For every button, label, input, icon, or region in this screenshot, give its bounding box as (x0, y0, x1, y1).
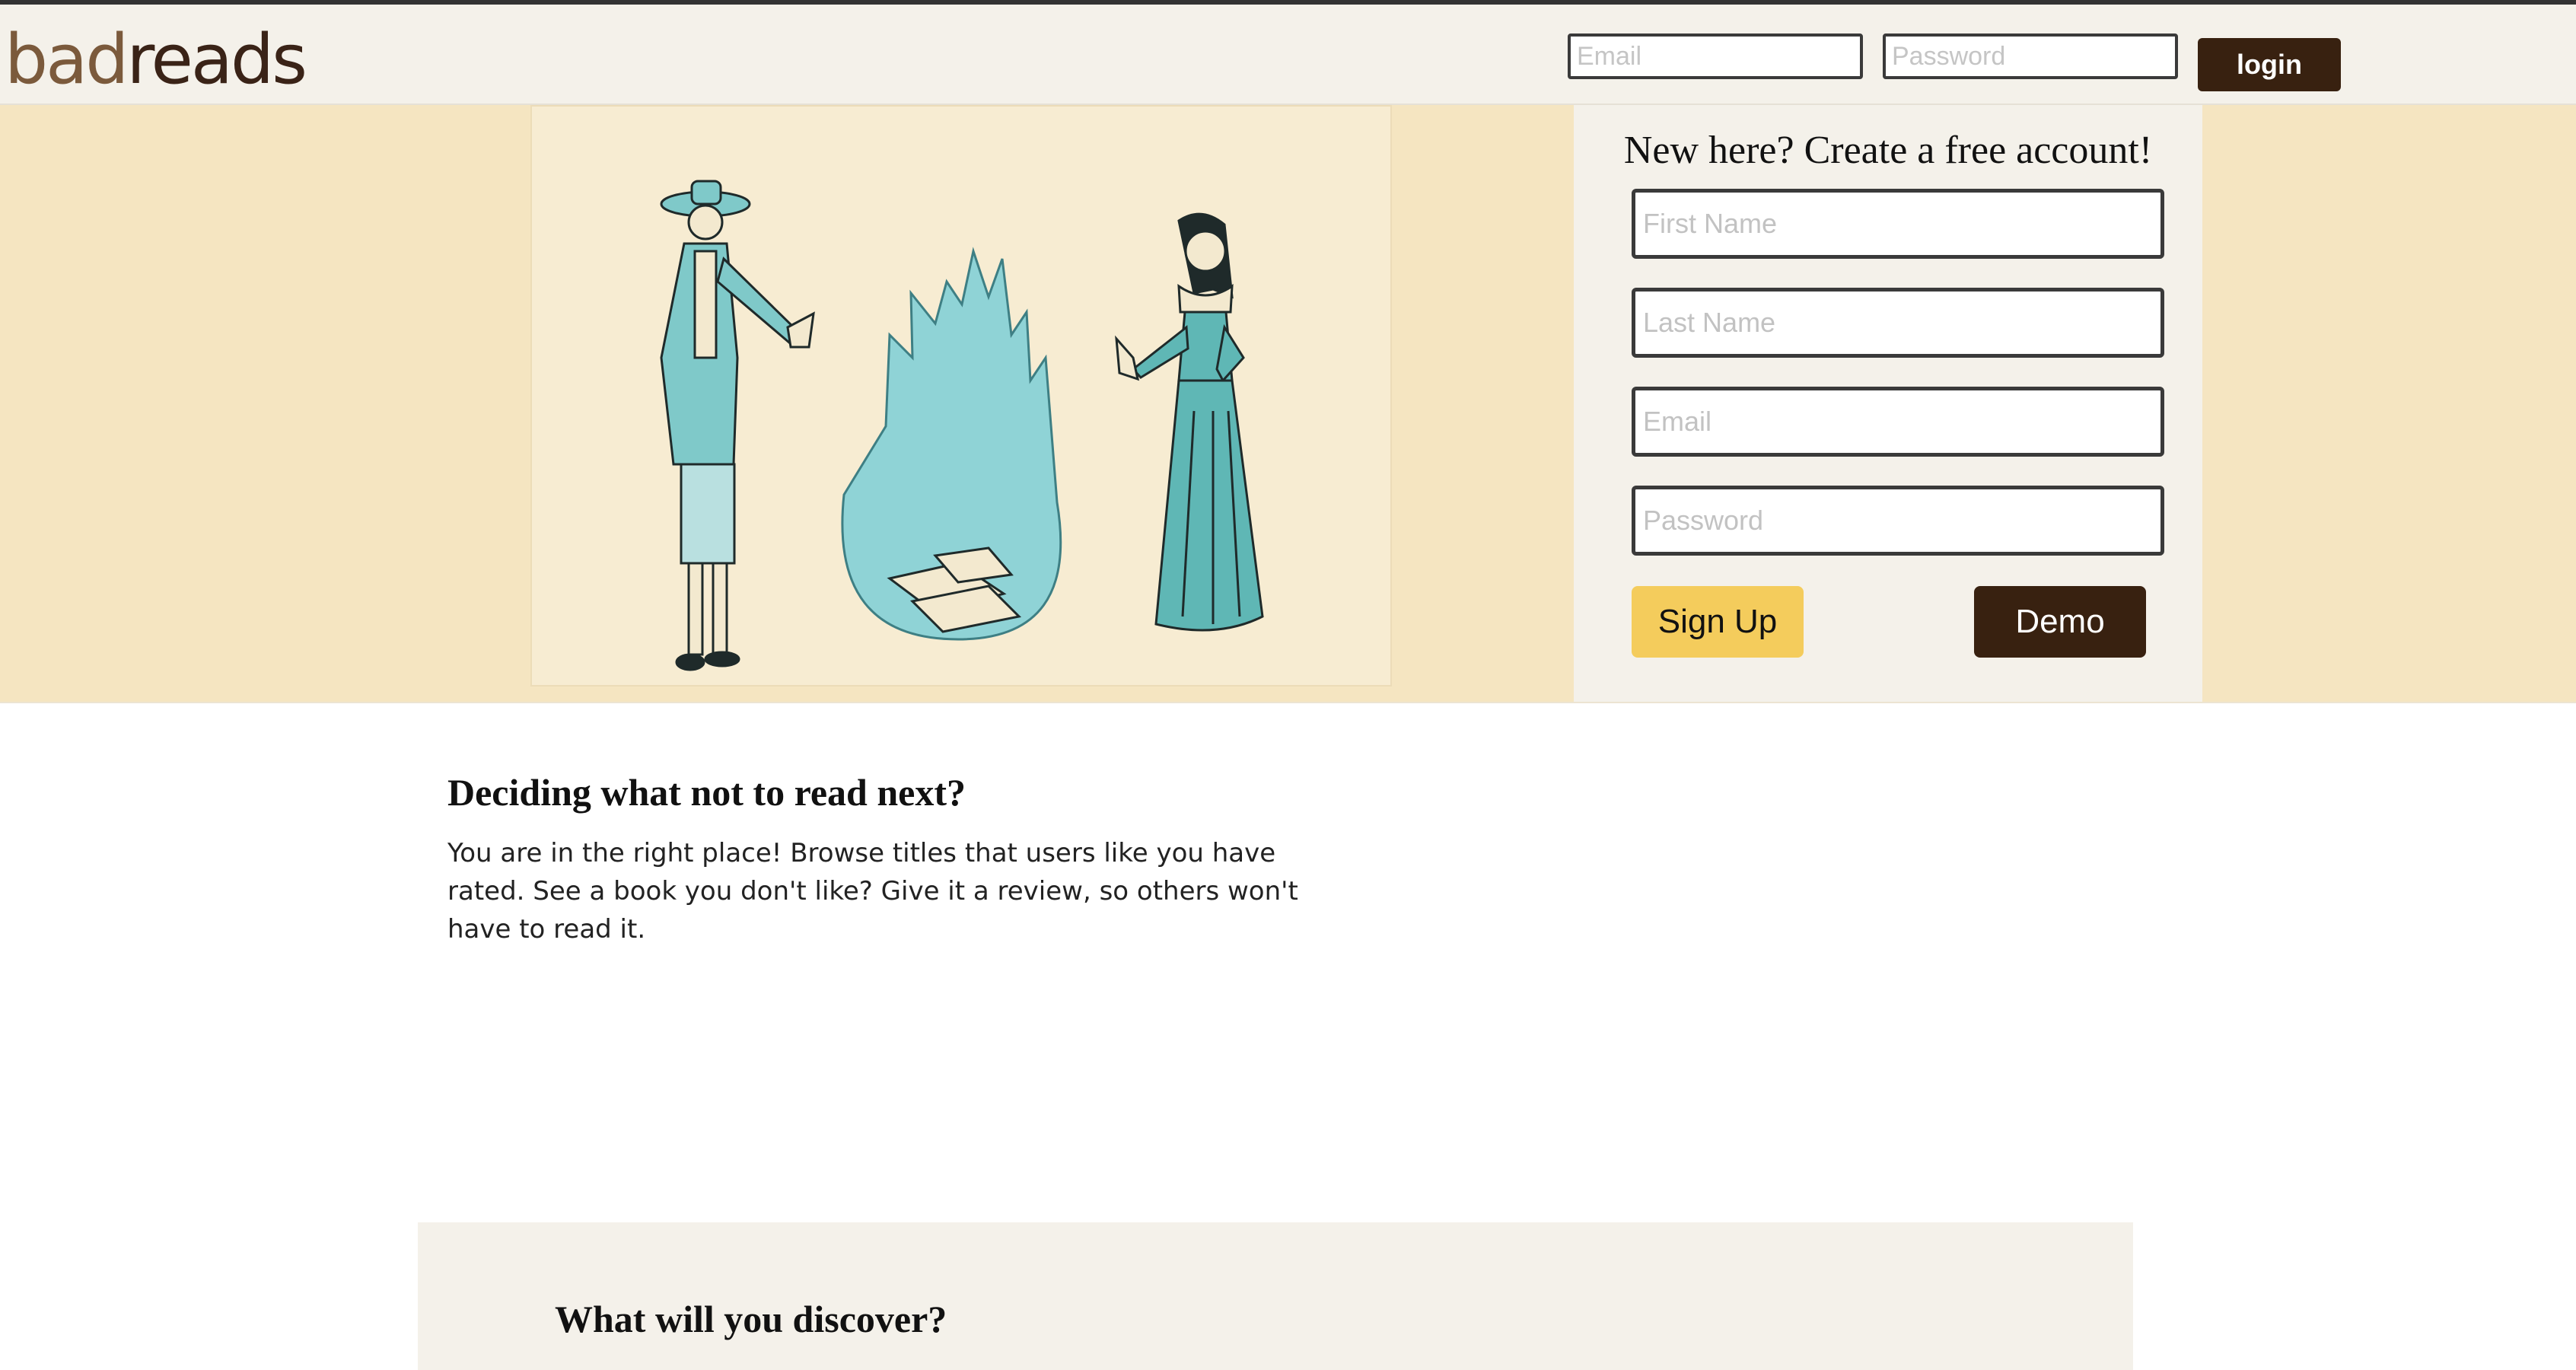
book-burning-illustration (660, 180, 1264, 671)
gentleman-figure (660, 180, 815, 671)
discover-heading: What will you discover? (555, 1298, 947, 1340)
blue-flame (841, 247, 1062, 641)
first-name-input[interactable] (1632, 189, 2164, 259)
site-header: badreads login (0, 5, 2576, 105)
hero-section: New here? Create a free account! Sign Up… (0, 105, 2576, 703)
logo-bad-text: bad (5, 20, 129, 100)
login-button[interactable]: login (2198, 38, 2341, 91)
signup-title: New here? Create a free account! (1623, 129, 2153, 172)
header-password-input[interactable] (1883, 33, 2178, 79)
signup-email-input[interactable] (1632, 387, 2164, 457)
demo-button[interactable]: Demo (1974, 586, 2146, 658)
intro-paragraph: You are in the right place! Browse title… (447, 838, 1298, 945)
sign-up-button[interactable]: Sign Up (1632, 586, 1804, 658)
lady-figure (1115, 212, 1264, 632)
discover-section: What will you discover? (418, 1222, 2133, 1370)
hero-illustration (530, 105, 1392, 687)
logo-reads-text: reads (126, 20, 307, 100)
intro-heading: Deciding what not to read next? (447, 771, 966, 814)
header-email-input[interactable] (1568, 33, 1863, 79)
signup-password-input[interactable] (1632, 486, 2164, 556)
site-logo[interactable]: badreads (5, 18, 307, 102)
last-name-input[interactable] (1632, 288, 2164, 358)
signup-panel: New here? Create a free account! Sign Up… (1574, 105, 2202, 702)
